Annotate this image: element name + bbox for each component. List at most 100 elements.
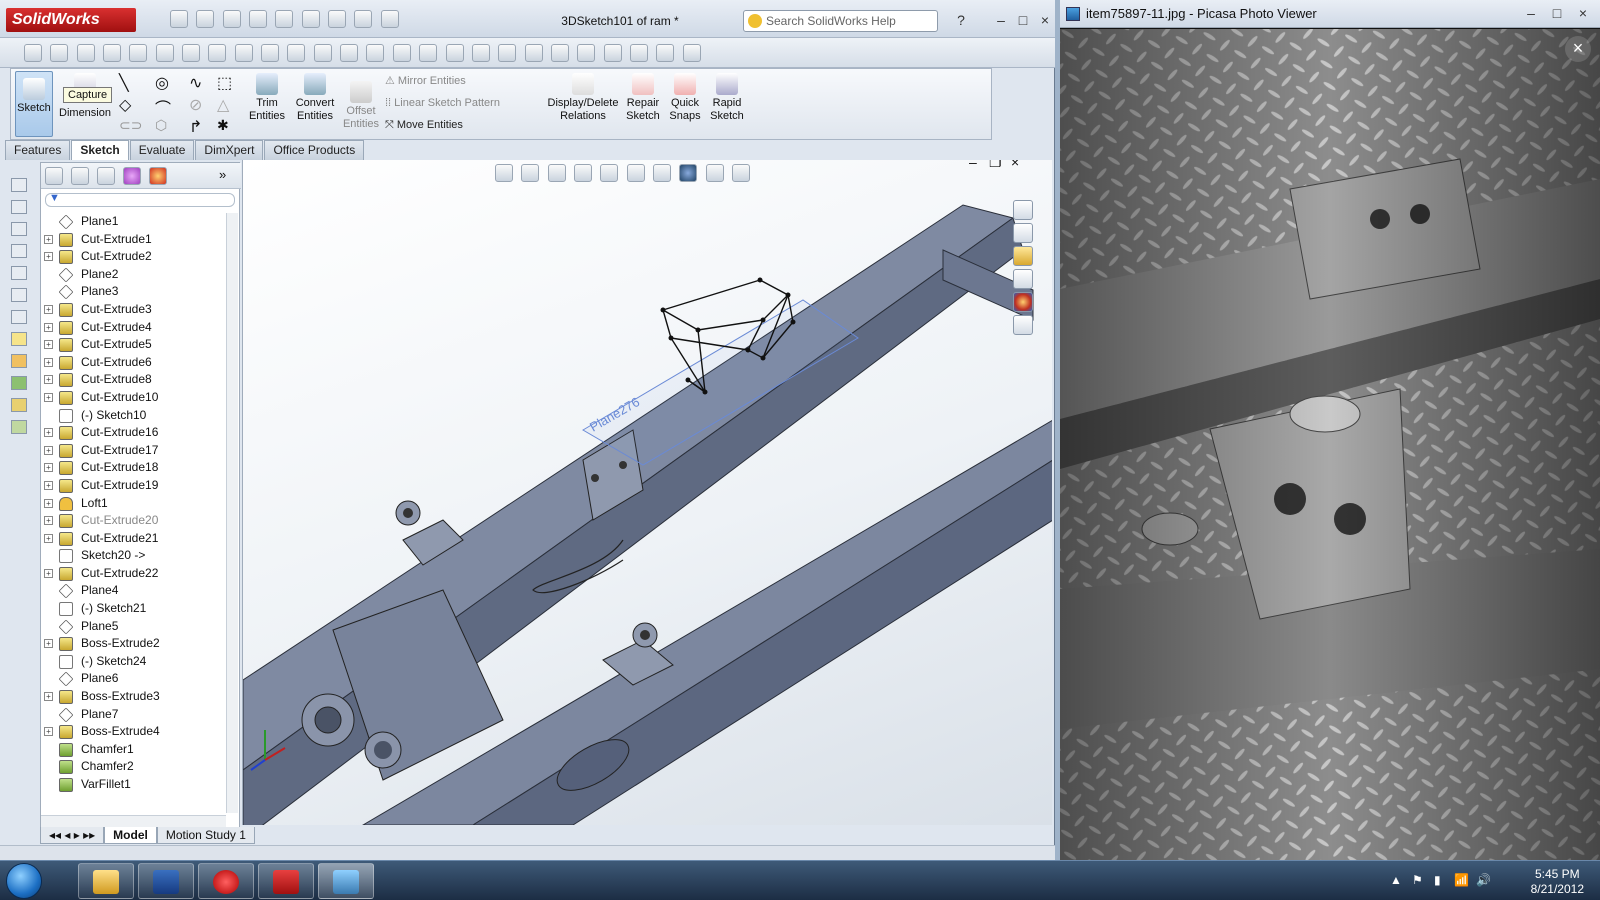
- checkbox-icon[interactable]: [287, 44, 306, 62]
- expand-plus-icon[interactable]: +: [44, 392, 53, 402]
- expand-plus-icon[interactable]: +: [44, 516, 53, 526]
- expand-plus-icon[interactable]: +: [44, 375, 53, 385]
- light-icon[interactable]: [498, 44, 517, 62]
- home-icon[interactable]: [1013, 200, 1033, 220]
- picasa-minimize-button[interactable]: –: [1520, 4, 1542, 22]
- feature-tree-item[interactable]: Sketch20 ->: [41, 547, 226, 565]
- expand-plus-icon[interactable]: +: [44, 463, 53, 473]
- library-icon[interactable]: [419, 44, 438, 62]
- mass-properties-icon[interactable]: [76, 44, 95, 62]
- picasa-maximize-button[interactable]: □: [1546, 4, 1568, 22]
- expand-plus-icon[interactable]: +: [44, 304, 53, 314]
- plane-sketch-icon[interactable]: ✱: [217, 117, 229, 134]
- weld-icon[interactable]: [445, 44, 464, 62]
- feature-tree-item[interactable]: + Cut-Extrude4: [41, 319, 226, 337]
- exit-sketch-icon[interactable]: [11, 398, 27, 412]
- repair-sketch-button[interactable]: Repair Sketch: [623, 73, 663, 123]
- feature-tree-item[interactable]: Plane6: [41, 670, 226, 688]
- help-search-input[interactable]: Search SolidWorks Help: [743, 10, 938, 32]
- custom-properties-icon[interactable]: [1013, 315, 1033, 335]
- undo-icon[interactable]: [275, 10, 294, 28]
- action-center-icon[interactable]: ⚑: [1412, 873, 1423, 887]
- expand-plus-icon[interactable]: +: [44, 322, 53, 332]
- line-icon[interactable]: ╲: [119, 73, 129, 93]
- expand-plus-icon[interactable]: +: [44, 340, 53, 350]
- photo-close-icon[interactable]: ×: [1565, 36, 1591, 62]
- layer-icon[interactable]: [261, 44, 280, 62]
- taskbar-picasa-button[interactable]: [318, 863, 374, 899]
- feature-tree-item[interactable]: + Cut-Extrude22: [41, 565, 226, 583]
- feature-tree-item[interactable]: Plane1: [41, 213, 226, 231]
- point-grid-icon[interactable]: ⬚: [217, 73, 232, 93]
- options-icon[interactable]: [380, 10, 399, 28]
- expand-plus-icon[interactable]: +: [44, 498, 53, 508]
- triangle-icon[interactable]: △: [217, 95, 229, 115]
- expand-plus-icon[interactable]: +: [44, 692, 53, 702]
- iso-view-icon[interactable]: [11, 266, 27, 280]
- feature-tree-item[interactable]: Plane5: [41, 618, 226, 636]
- property-manager-icon[interactable]: [71, 167, 89, 185]
- offset-entities-button[interactable]: Offset Entities: [339, 81, 383, 131]
- feature-tree-item[interactable]: Plane4: [41, 582, 226, 600]
- system-clock[interactable]: 5:45 PM 8/21/2012: [1531, 867, 1584, 897]
- sketch-edit-icon[interactable]: [11, 332, 27, 346]
- feature-tree-item[interactable]: + Cut-Extrude21: [41, 530, 226, 548]
- feature-tree-item[interactable]: Plane2: [41, 266, 226, 284]
- new-document-icon[interactable]: [170, 10, 188, 28]
- feature-tree-icon[interactable]: [45, 167, 63, 185]
- expand-plus-icon[interactable]: +: [44, 568, 53, 578]
- display-manager-icon[interactable]: [149, 167, 167, 185]
- features-icon[interactable]: [11, 420, 27, 434]
- mold-icon[interactable]: [629, 44, 648, 62]
- feature-tree-item[interactable]: Plane3: [41, 283, 226, 301]
- sheet-metal-icon[interactable]: [603, 44, 622, 62]
- spell-check-icon[interactable]: [103, 44, 122, 62]
- sketch-tool-icon[interactable]: [129, 44, 148, 62]
- clock-icon[interactable]: [234, 44, 253, 62]
- feature-tree-item[interactable]: + Cut-Extrude8: [41, 371, 226, 389]
- rectangle-icon[interactable]: ◇: [119, 95, 131, 115]
- feature-tree-item[interactable]: + Cut-Extrude17: [41, 442, 226, 460]
- print-icon[interactable]: [249, 10, 268, 28]
- file-explorer-icon[interactable]: [1013, 269, 1033, 289]
- curve-icon[interactable]: [550, 44, 569, 62]
- solidworks-logo[interactable]: SolidWorks: [6, 8, 136, 32]
- feature-tree-item[interactable]: + Cut-Extrude20: [41, 512, 226, 530]
- feature-tree-item[interactable]: + Cut-Extrude2: [41, 248, 226, 266]
- feature-tree-item[interactable]: (-) Sketch24: [41, 653, 226, 671]
- grid-icon[interactable]: [155, 44, 174, 62]
- expand-plus-icon[interactable]: +: [44, 357, 53, 367]
- tab-sketch[interactable]: Sketch: [71, 140, 129, 160]
- quick-snaps-button[interactable]: Quick Snaps: [667, 73, 703, 123]
- hand-icon[interactable]: [682, 44, 701, 62]
- relations-icon[interactable]: [313, 44, 332, 62]
- open-icon[interactable]: [196, 10, 215, 28]
- expand-plus-icon[interactable]: +: [44, 445, 53, 455]
- tab-evaluate[interactable]: Evaluate: [129, 140, 195, 160]
- tab-dimxpert[interactable]: DimXpert: [195, 140, 264, 160]
- mirror-icon[interactable]: [366, 44, 385, 62]
- feature-tree-item[interactable]: + Cut-Extrude18: [41, 459, 226, 477]
- feature-tree-item[interactable]: (-) Sketch21: [41, 600, 226, 618]
- feature-tree-item[interactable]: + Boss-Extrude3: [41, 688, 226, 706]
- measure-icon[interactable]: [50, 44, 69, 62]
- circle-icon[interactable]: ◎: [155, 73, 169, 93]
- rebuild-icon[interactable]: [328, 10, 347, 28]
- taskbar-explorer-button[interactable]: [78, 863, 134, 899]
- file-properties-icon[interactable]: [354, 10, 373, 28]
- trim-entities-button[interactable]: Trim Entities: [245, 73, 289, 123]
- close-button[interactable]: ×: [1034, 11, 1056, 29]
- top-view-icon[interactable]: [11, 222, 27, 236]
- color-icon[interactable]: [471, 44, 490, 62]
- feature-tree-item[interactable]: VarFillet1: [41, 776, 226, 794]
- tree-filter-input[interactable]: ▼: [45, 192, 235, 207]
- start-button[interactable]: [6, 863, 42, 899]
- surface-icon[interactable]: [577, 44, 596, 62]
- expand-plus-icon[interactable]: +: [44, 480, 53, 490]
- maximize-button[interactable]: □: [1012, 11, 1034, 29]
- network-icon[interactable]: 📶: [1454, 873, 1469, 887]
- add-relation-icon[interactable]: [11, 376, 27, 390]
- tab-features[interactable]: Features: [5, 140, 71, 160]
- tab-motion-study-1[interactable]: Motion Study 1: [156, 827, 255, 844]
- fillet-sketch-icon[interactable]: ↱: [189, 117, 202, 137]
